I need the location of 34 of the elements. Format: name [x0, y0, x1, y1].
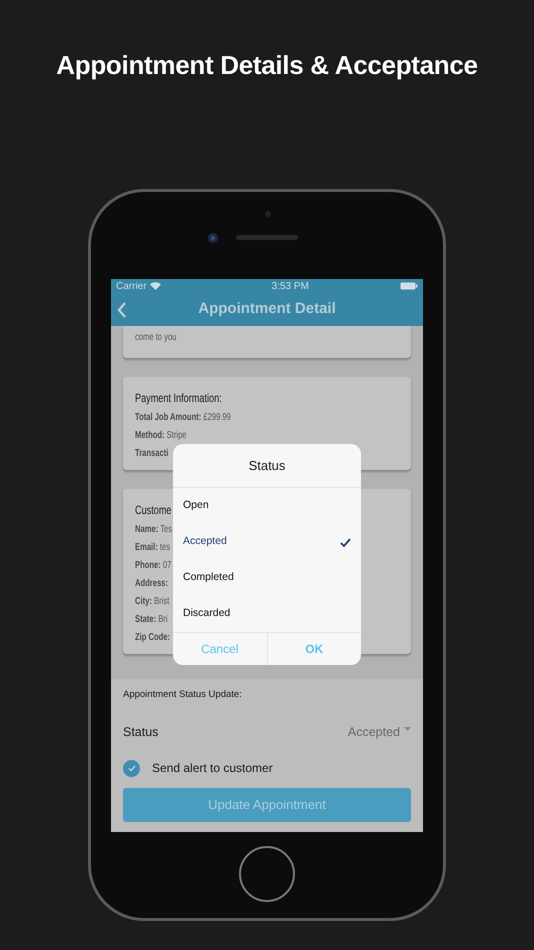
info-line: City: Brist [135, 595, 170, 609]
status-label: Status [123, 724, 158, 742]
info-line: Phone: 07 [135, 559, 172, 573]
alert-label: Send alert to customer [152, 760, 273, 777]
status-time: 3:53 PM [272, 280, 309, 294]
section-heading: Appointment Status Update: [123, 688, 243, 702]
info-line: Method: Stripe [135, 429, 187, 443]
caret-icon [404, 726, 411, 731]
status-option[interactable]: Open [173, 488, 361, 524]
wifi-icon [150, 282, 161, 290]
carrier-label: Carrier [116, 280, 147, 294]
status-option[interactable]: Accepted [173, 524, 361, 560]
alert-checkbox[interactable] [123, 760, 140, 776]
back-icon[interactable] [117, 302, 127, 318]
info-line: come to you [135, 331, 176, 345]
dialog-title: Status [173, 444, 361, 488]
info-line: Total Job Amount: £299.99 [135, 411, 231, 425]
card-heading: Payment Information: [135, 390, 222, 407]
card-heading: Custome [135, 502, 172, 519]
info-line: Transacti [135, 447, 168, 461]
phone-speaker [236, 235, 298, 240]
phone-camera-icon [207, 232, 219, 244]
screen-title: Appointment Detail [197, 299, 337, 320]
info-line: Name: Tes [135, 523, 172, 537]
info-line: Email: tes [135, 541, 170, 555]
checkmark-icon [340, 538, 351, 546]
status-option[interactable]: Completed [173, 560, 361, 596]
info-line: State: Bri [135, 613, 168, 627]
status-option[interactable]: Discarded [173, 596, 361, 632]
info-line: Zip Code: [135, 631, 170, 645]
battery-icon [400, 282, 418, 290]
page-heading: Appointment Details & Acceptance [56, 49, 478, 82]
checkmark-icon [128, 764, 136, 772]
info-line: Address: [135, 577, 168, 591]
